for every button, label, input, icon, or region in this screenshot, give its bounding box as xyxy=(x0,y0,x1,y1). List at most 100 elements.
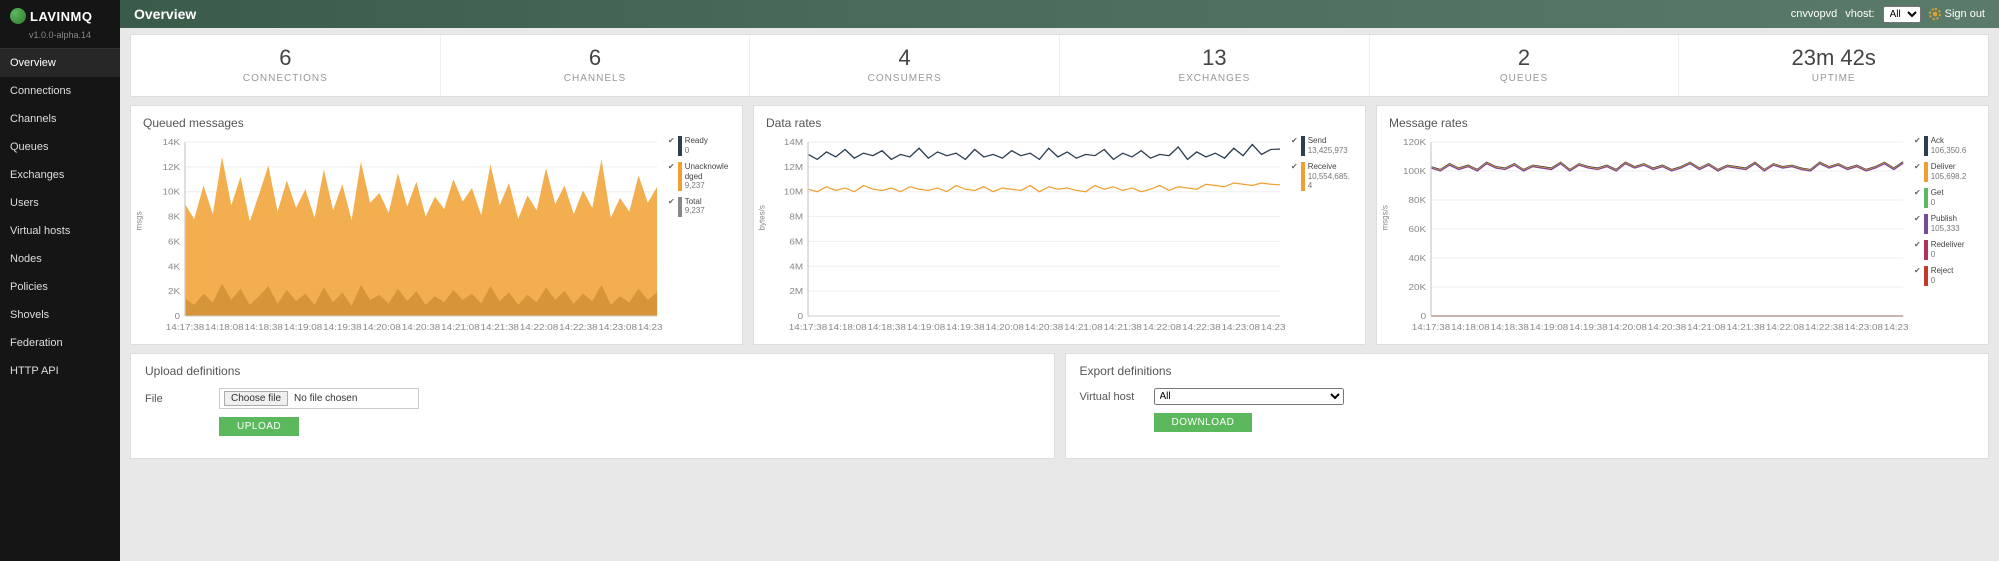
logo-icon xyxy=(10,8,26,24)
nav-item-nodes[interactable]: Nodes xyxy=(0,245,120,273)
stat-queues[interactable]: 2 QUEUES xyxy=(1370,35,1680,96)
nav-item-shovels[interactable]: Shovels xyxy=(0,301,120,329)
svg-text:14:23:08: 14:23:08 xyxy=(1844,323,1882,332)
legend-value: 106,350.6 xyxy=(1931,146,1967,155)
nav-item-connections[interactable]: Connections xyxy=(0,77,120,105)
vhost-select[interactable]: All xyxy=(1883,6,1921,23)
svg-text:40K: 40K xyxy=(1408,254,1426,263)
svg-text:12M: 12M xyxy=(784,163,803,172)
nav-item-federation[interactable]: Federation xyxy=(0,329,120,357)
nav-item-users[interactable]: Users xyxy=(0,189,120,217)
svg-text:14:22:38: 14:22:38 xyxy=(1805,323,1843,332)
nav-item-queues[interactable]: Queues xyxy=(0,133,120,161)
chart-title: Data rates xyxy=(766,116,1353,130)
legend-item[interactable]: ✔Receive10,554,685.4 xyxy=(1291,162,1353,191)
choose-file-button[interactable]: Choose file xyxy=(224,391,288,406)
svg-text:80K: 80K xyxy=(1408,196,1426,205)
svg-text:14:22:08: 14:22:08 xyxy=(520,323,558,332)
legend-item[interactable]: ✔Total9,237 xyxy=(668,197,730,217)
stat-value: 2 xyxy=(1370,45,1679,71)
stat-consumers[interactable]: 4CONSUMERS xyxy=(750,35,1060,96)
signout-text: Sign out xyxy=(1945,8,1985,20)
svg-text:14:21:08: 14:21:08 xyxy=(1687,323,1725,332)
file-name-text: No file chosen xyxy=(294,393,357,404)
check-icon: ✔ xyxy=(1291,136,1298,156)
chart-legend: ✔Ready0✔Unacknowledged9,237✔Total9,237 xyxy=(668,136,730,336)
legend-color xyxy=(1924,214,1928,234)
legend-item[interactable]: ✔Ready0 xyxy=(668,136,730,156)
chart-legend: ✔Send13,425,973 ✔Receive10,554,685.4 xyxy=(1291,136,1353,336)
upload-button[interactable]: UPLOAD xyxy=(219,417,299,436)
file-input[interactable]: Choose file No file chosen xyxy=(219,388,419,409)
legend-color xyxy=(1924,188,1928,208)
legend-color xyxy=(678,136,682,156)
chart-title: Message rates xyxy=(1389,116,1976,130)
svg-text:14:23:38: 14:23:38 xyxy=(1261,323,1285,332)
check-icon: ✔ xyxy=(668,162,675,191)
legend-value: 0 xyxy=(1931,250,1935,259)
svg-text:14:22:38: 14:22:38 xyxy=(559,323,597,332)
page-title: Overview xyxy=(134,6,196,22)
stat-value: 6 xyxy=(131,45,440,71)
svg-text:20K: 20K xyxy=(1408,283,1426,292)
nav-item-http-api[interactable]: HTTP API xyxy=(0,357,120,385)
legend-item[interactable]: ✔Reject0 xyxy=(1914,266,1976,286)
svg-text:4K: 4K xyxy=(168,262,180,271)
y-axis-label: bytes/s xyxy=(758,205,767,230)
legend-item[interactable]: ✔Deliver105,698.2 xyxy=(1914,162,1976,182)
svg-text:14:18:08: 14:18:08 xyxy=(1451,323,1489,332)
stat-connections[interactable]: 6CONNECTIONS xyxy=(131,35,441,96)
download-button[interactable]: DOWNLOAD xyxy=(1154,413,1253,432)
legend-name: Ready xyxy=(685,136,708,145)
legend-color xyxy=(678,197,682,217)
stat-label: QUEUES xyxy=(1370,73,1679,84)
logo: LAVINMQ xyxy=(10,8,110,24)
svg-text:14:18:38: 14:18:38 xyxy=(244,323,282,332)
chart-legend: ✔Ack106,350.6 ✔Deliver105,698.2 ✔Get0 ✔Publ… xyxy=(1914,136,1976,336)
svg-text:10K: 10K xyxy=(162,188,180,197)
legend-value: 105,698.2 xyxy=(1931,172,1967,181)
signout-link[interactable]: Sign out xyxy=(1929,8,1985,20)
nav-item-overview[interactable]: Overview xyxy=(0,49,120,77)
svg-text:14:19:08: 14:19:08 xyxy=(907,323,945,332)
nav-item-channels[interactable]: Channels xyxy=(0,105,120,133)
nav-item-virtual-hosts[interactable]: Virtual hosts xyxy=(0,217,120,245)
svg-text:14:19:38: 14:19:38 xyxy=(1569,323,1607,332)
legend-item[interactable]: ✔Send13,425,973 xyxy=(1291,136,1353,156)
legend-item[interactable]: ✔Get0 xyxy=(1914,188,1976,208)
svg-text:14:19:08: 14:19:08 xyxy=(284,323,322,332)
nav-item-policies[interactable]: Policies xyxy=(0,273,120,301)
svg-text:14:17:38: 14:17:38 xyxy=(166,323,204,332)
version-text: v1.0.0-alpha.14 xyxy=(0,26,120,49)
legend-name: Total xyxy=(685,197,702,206)
chart-canvas: msgs/s020K40K60K80K100K120K14:17:3814:18… xyxy=(1389,136,1908,336)
svg-text:14:21:08: 14:21:08 xyxy=(441,323,479,332)
export-vhost-select[interactable]: All xyxy=(1154,388,1344,405)
legend-name: Reject xyxy=(1931,266,1954,275)
legend-item[interactable]: ✔Unacknowledged9,237 xyxy=(668,162,730,191)
legend-item[interactable]: ✔Redeliver0 xyxy=(1914,240,1976,260)
legend-item[interactable]: ✔Publish105,333 xyxy=(1914,214,1976,234)
svg-text:8M: 8M xyxy=(789,212,803,221)
stat-value: 13 xyxy=(1060,45,1369,71)
legend-item[interactable]: ✔Ack106,350.6 xyxy=(1914,136,1976,156)
stats-row: 6CONNECTIONS6CHANNELS4CONSUMERS13EXCHANG… xyxy=(130,34,1989,97)
svg-text:0: 0 xyxy=(1421,312,1426,321)
check-icon: ✔ xyxy=(668,136,675,156)
legend-color xyxy=(1924,266,1928,286)
svg-text:2M: 2M xyxy=(789,287,803,296)
svg-text:14:21:38: 14:21:38 xyxy=(480,323,518,332)
svg-text:8K: 8K xyxy=(168,212,180,221)
svg-text:14:23:08: 14:23:08 xyxy=(598,323,636,332)
nav-item-exchanges[interactable]: Exchanges xyxy=(0,161,120,189)
legend-color xyxy=(1924,136,1928,156)
svg-text:2K: 2K xyxy=(168,287,180,296)
nav-list: OverviewConnectionsChannelsQueuesExchang… xyxy=(0,49,120,385)
svg-text:6K: 6K xyxy=(168,237,180,246)
svg-text:14:21:08: 14:21:08 xyxy=(1064,323,1102,332)
upload-panel: Upload definitions File Choose file No f… xyxy=(130,353,1055,459)
stat-channels[interactable]: 6CHANNELS xyxy=(441,35,751,96)
stat-exchanges[interactable]: 13EXCHANGES xyxy=(1060,35,1370,96)
legend-value: 10,554,685.4 xyxy=(1308,172,1350,191)
stat-uptime[interactable]: 23m 42sUPTIME xyxy=(1679,35,1988,96)
